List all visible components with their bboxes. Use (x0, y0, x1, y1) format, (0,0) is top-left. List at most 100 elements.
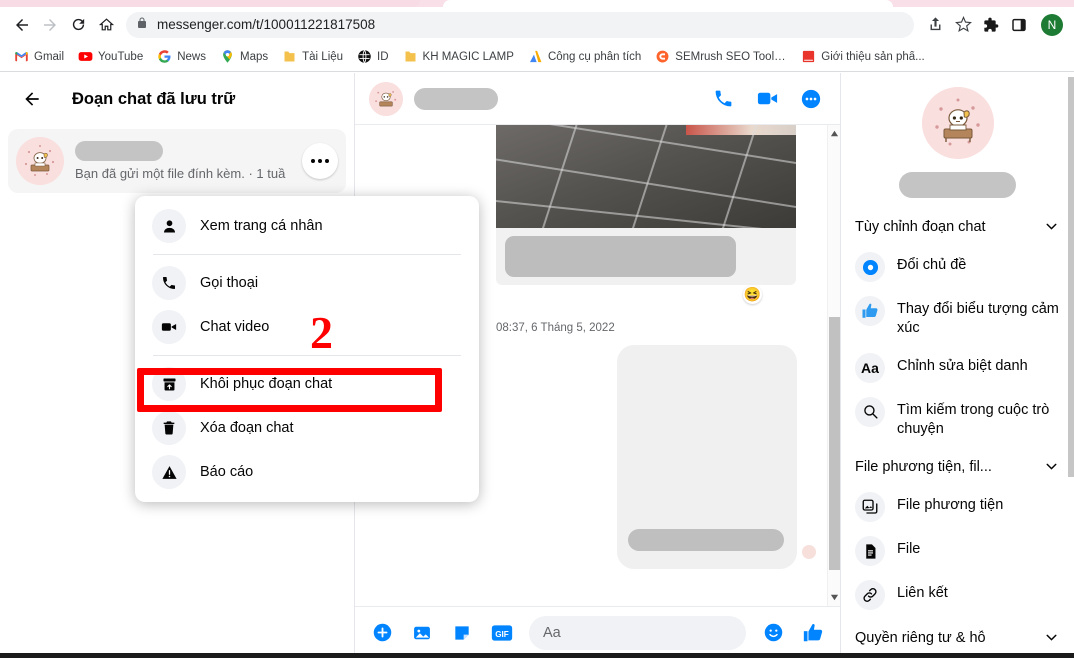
bookmark-kh-magic-lamp[interactable]: KH MAGIC LAMP (396, 45, 521, 69)
message-scrollbar[interactable] (827, 125, 840, 606)
scrollbar-thumb[interactable] (1068, 77, 1074, 477)
details-row-links[interactable]: Liên kết (841, 573, 1074, 617)
details-row-label: Thay đổi biểu tượng cảm xúc (897, 301, 1059, 337)
section-title: File phương tiện, fil... (855, 458, 992, 475)
bookmark-cong-cu-phan-tich[interactable]: Công cụ phân tích (521, 45, 648, 69)
redacted-text (505, 236, 736, 277)
bookmark-label: KH MAGIC LAMP (422, 50, 514, 63)
thread-name-redacted (75, 141, 163, 161)
back-arrow-icon[interactable] (14, 81, 50, 117)
message-bubble-redacted[interactable] (496, 228, 796, 285)
menu-item-label: Gọi thoại (200, 275, 259, 291)
aa-nickname-icon: Aa (855, 352, 885, 383)
file-icon (855, 536, 885, 567)
emoji-icon[interactable] (760, 620, 786, 646)
conversation-actions (708, 84, 826, 114)
menu-item-label: Xóa đoạn chat (200, 420, 294, 436)
photo-icon[interactable] (409, 620, 435, 646)
message-composer: GIF Aa (355, 606, 840, 658)
active-tab[interactable] (443, 0, 893, 7)
reload-button[interactable] (64, 11, 92, 39)
profile-avatar[interactable]: N (1041, 13, 1063, 36)
thread-snippet: Bạn đã gửi một file đính kèm. · 1 tuầ (75, 166, 286, 181)
bookmark-label: YouTube (98, 50, 144, 63)
details-row-label: Đổi chủ đề (897, 257, 967, 273)
share-icon[interactable] (922, 12, 948, 38)
menu-item-label: Báo cáo (200, 464, 254, 480)
menu-item-view-profile[interactable]: Xem trang cá nhân (143, 204, 471, 248)
video-call-icon[interactable] (752, 84, 782, 114)
chevron-down-icon (1046, 223, 1057, 230)
details-scroll-area[interactable]: Tùy chỉnh đoạn chat Đổi chủ đề Thay đổi … (841, 73, 1074, 658)
conversation-info-icon[interactable] (796, 84, 826, 114)
details-scrollbar[interactable] (1068, 73, 1074, 658)
bookmark-label: Maps (240, 50, 269, 63)
warning-icon (152, 455, 186, 489)
thumbs-up-icon[interactable] (800, 620, 826, 646)
sticker-icon[interactable] (449, 620, 475, 646)
menu-item-report[interactable]: Báo cáo (143, 450, 471, 494)
details-profile (841, 73, 1074, 206)
search-icon (855, 396, 885, 427)
section-title: Quyền riêng tư & hỗ (855, 629, 986, 646)
bookmark-maps[interactable]: Maps (213, 45, 275, 69)
details-row-media[interactable]: File phương tiện (841, 485, 1074, 529)
bookmark-gioi-thieu-san-pham[interactable]: Giới thiệu sản phẩ... (794, 45, 931, 69)
home-button[interactable] (92, 11, 120, 39)
details-row-label: Liên kết (897, 585, 948, 602)
gif-icon[interactable]: GIF (489, 620, 515, 646)
menu-item-delete-chat[interactable]: Xóa đoạn chat (143, 406, 471, 450)
message-input[interactable]: Aa (529, 615, 746, 650)
section-header-media-files[interactable]: File phương tiện, fil... (841, 446, 1074, 485)
extensions-icon[interactable] (978, 12, 1004, 38)
phone-call-icon[interactable] (708, 84, 738, 114)
bookmark-news[interactable]: News (150, 45, 213, 69)
bookmark-gmail[interactable]: Gmail (7, 45, 71, 69)
star-icon[interactable] (950, 12, 976, 38)
bookmark-id[interactable]: ID (350, 45, 396, 69)
plus-circle-icon[interactable] (369, 620, 395, 646)
forward-button[interactable] (36, 11, 64, 39)
details-row-edit-nickname[interactable]: Aa Chỉnh sửa biệt danh (841, 346, 1074, 390)
bookmark-tai-lieu[interactable]: Tài Liệu (275, 45, 350, 69)
thread-context-menu: Xem trang cá nhân Gọi thoại Chat video K… (135, 196, 479, 502)
details-row-file[interactable]: File (841, 529, 1074, 573)
scroll-down-arrow-icon[interactable] (830, 593, 839, 602)
message-reaction[interactable]: 😆 (743, 285, 762, 304)
details-row-change-theme[interactable]: Đổi chủ đề (841, 245, 1074, 289)
avatar[interactable] (369, 81, 403, 116)
details-row-search-conversation[interactable]: Tìm kiếm trong cuộc trò chuyện (841, 390, 1074, 447)
url-text: messenger.com/t/100011221817508 (157, 17, 376, 32)
media-icon (855, 492, 885, 523)
lock-icon (136, 16, 148, 34)
menu-item-video-chat[interactable]: Chat video (143, 305, 471, 349)
annotation-number-2: 2 (310, 307, 333, 358)
address-bar[interactable]: messenger.com/t/100011221817508 (126, 11, 914, 38)
attachment-card-message[interactable] (617, 345, 797, 569)
section-title: Tùy chỉnh đoạn chat (855, 218, 986, 235)
section-header-chat-customization[interactable]: Tùy chỉnh đoạn chat (841, 206, 1074, 245)
back-button[interactable] (8, 11, 36, 39)
bookmark-semrush[interactable]: SEMrush SEO Toolki... (648, 45, 794, 69)
thread-list-item[interactable]: Bạn đã gửi một file đính kèm. · 1 tuầ (8, 129, 346, 193)
details-row-label: File (897, 541, 921, 558)
menu-item-voice-call[interactable]: Gọi thoại (143, 261, 471, 305)
sidepanel-icon[interactable] (1006, 12, 1032, 38)
thread-more-button[interactable] (302, 143, 338, 179)
toolbar-icon-group: N (922, 12, 1066, 38)
avatar (16, 137, 64, 185)
photo-message[interactable] (496, 125, 796, 228)
avatar[interactable] (921, 87, 994, 159)
scrollbar-thumb[interactable] (829, 317, 840, 570)
conversation-header (355, 73, 840, 125)
color-theme-icon (855, 252, 885, 282)
bookmark-label: Công cụ phân tích (547, 50, 642, 63)
phone-icon (152, 266, 186, 300)
attachment-label-redacted (628, 529, 784, 551)
bookmark-youtube[interactable]: YouTube (71, 45, 150, 69)
link-icon (855, 580, 885, 611)
scroll-up-arrow-icon[interactable] (830, 129, 839, 138)
section-header-privacy-support[interactable]: Quyền riêng tư & hỗ (841, 617, 1074, 656)
conversation-title-redacted (414, 87, 498, 110)
details-row-change-emoji[interactable]: Thay đổi biểu tượng cảm xúc (841, 289, 1074, 346)
